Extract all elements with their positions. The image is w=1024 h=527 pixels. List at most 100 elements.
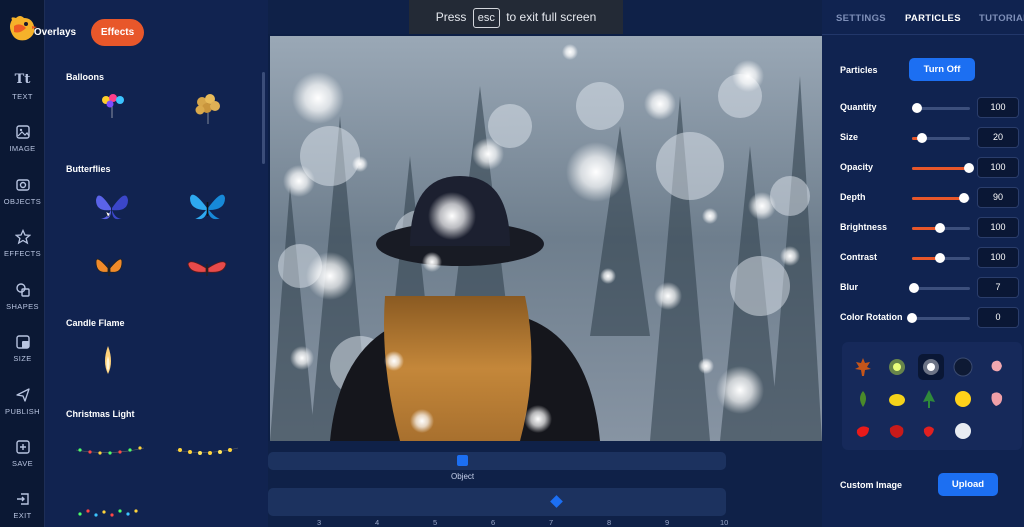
turn-off-button[interactable]: Turn Off bbox=[909, 58, 975, 81]
red-petal-icon[interactable] bbox=[852, 420, 874, 442]
slider-value-field[interactable]: 100 bbox=[977, 97, 1019, 118]
category-christmas-light: Christmas Light bbox=[66, 409, 135, 419]
object-track-handle[interactable] bbox=[457, 455, 468, 466]
effect-tile-balloons-colorful[interactable] bbox=[66, 88, 156, 136]
tab-particles[interactable]: PARTICLES bbox=[905, 13, 961, 24]
slider-track[interactable] bbox=[912, 163, 974, 173]
slider-value-field[interactable]: 100 bbox=[977, 217, 1019, 238]
effect-tile-butterfly-monarch[interactable] bbox=[66, 244, 156, 292]
yellow-glow-icon[interactable] bbox=[952, 388, 974, 410]
rail-publish-label: PUBLISH bbox=[5, 407, 40, 416]
rail-image-label: IMAGE bbox=[9, 144, 36, 153]
banner-pre-text: Press bbox=[435, 10, 467, 24]
rail-size-label: SIZE bbox=[13, 354, 32, 363]
red-heart-icon[interactable] bbox=[918, 420, 940, 442]
maple-leaf-icon[interactable] bbox=[852, 356, 874, 378]
slider-knob[interactable] bbox=[911, 103, 922, 113]
rail-effects[interactable]: EFFECTS bbox=[0, 225, 45, 273]
slider-track[interactable] bbox=[912, 193, 970, 203]
effect-tile-butterfly-blue[interactable] bbox=[162, 184, 252, 232]
rail-shapes-label: SHAPES bbox=[6, 302, 39, 311]
slider-value-field[interactable]: 0 bbox=[977, 307, 1019, 328]
rail-publish[interactable]: PUBLISH bbox=[0, 383, 45, 431]
left-rail: Tt TEXT IMAGE OBJECTS EFFECTS SHAPES SIZ… bbox=[0, 0, 45, 527]
fullscreen-banner: Press esc to exit full screen bbox=[409, 0, 623, 34]
category-butterflies: Butterflies bbox=[66, 164, 111, 174]
rail-effects-label: EFFECTS bbox=[4, 249, 41, 258]
esc-key-badge: esc bbox=[472, 8, 500, 28]
string-lights-warm-icon bbox=[175, 447, 239, 455]
panel-scrollbar[interactable] bbox=[262, 72, 265, 164]
shapes-icon bbox=[15, 283, 30, 297]
slider-knob[interactable] bbox=[907, 313, 917, 323]
rail-shapes[interactable]: SHAPES bbox=[0, 278, 45, 326]
rail-save-label: SAVE bbox=[11, 459, 34, 468]
tab-tutorial[interactable]: TUTORIAL bbox=[979, 13, 1024, 24]
dark-circle-icon[interactable] bbox=[952, 356, 974, 378]
slider-knob[interactable] bbox=[908, 283, 919, 293]
custom-image-label: Custom Image bbox=[840, 480, 903, 490]
tab-settings[interactable]: SETTINGS bbox=[836, 13, 886, 24]
effect-tile-butterfly-purple[interactable] bbox=[66, 184, 156, 232]
effect-tile-lights-warm[interactable] bbox=[162, 428, 252, 476]
slider-value-field[interactable]: 90 bbox=[977, 187, 1019, 208]
tick-label: 3 bbox=[317, 518, 322, 527]
rail-text[interactable]: Tt TEXT bbox=[0, 68, 45, 116]
keyframe-track[interactable] bbox=[268, 488, 726, 516]
editor-app: Tt TEXT IMAGE OBJECTS EFFECTS SHAPES SIZ… bbox=[0, 0, 1024, 527]
snowflake-glow-icon[interactable] bbox=[918, 354, 944, 380]
category-balloons: Balloons bbox=[66, 72, 105, 82]
snow-forest-woman-image bbox=[270, 36, 822, 441]
send-icon bbox=[15, 388, 30, 402]
banner-post-text: to exit full screen bbox=[506, 10, 597, 24]
effect-tile-butterfly-red[interactable] bbox=[162, 244, 252, 292]
rail-size[interactable]: SIZE bbox=[0, 330, 45, 378]
string-lights-multicolor-icon bbox=[75, 446, 145, 455]
tab-overlays[interactable]: Overlays bbox=[22, 19, 88, 46]
effect-tile-balloons-gold[interactable] bbox=[162, 88, 252, 136]
size-icon bbox=[15, 335, 30, 349]
rail-save[interactable]: SAVE bbox=[0, 435, 45, 483]
slider-track[interactable] bbox=[912, 223, 970, 233]
slider-value-field[interactable]: 20 bbox=[977, 127, 1019, 148]
pink-petal-icon[interactable] bbox=[986, 356, 1008, 378]
canvas-photo[interactable] bbox=[270, 36, 822, 441]
effect-tile-lights-multicolor[interactable] bbox=[66, 428, 156, 476]
tab-effects[interactable]: Effects bbox=[91, 19, 144, 46]
effect-tile-lights-colorful[interactable] bbox=[66, 494, 156, 524]
white-orb-icon[interactable] bbox=[952, 420, 974, 442]
butterfly-purple-icon bbox=[96, 195, 128, 220]
effect-tile-candle-flame[interactable] bbox=[66, 336, 156, 384]
upload-button[interactable]: Upload bbox=[938, 473, 998, 496]
object-track[interactable] bbox=[268, 452, 726, 470]
slider-track[interactable] bbox=[912, 253, 970, 263]
tick-label: 10 bbox=[720, 518, 729, 527]
lemon-icon[interactable] bbox=[886, 388, 908, 410]
slider-value-field[interactable]: 100 bbox=[977, 157, 1019, 178]
green-glow-icon[interactable] bbox=[886, 356, 908, 378]
rail-exit[interactable]: EXIT bbox=[0, 487, 45, 527]
butterfly-blue-icon bbox=[190, 194, 225, 220]
rose-petal-icon[interactable] bbox=[886, 420, 908, 442]
slider-knob[interactable] bbox=[934, 253, 945, 263]
rail-objects[interactable]: OBJECTS bbox=[0, 173, 45, 221]
rail-image[interactable]: IMAGE bbox=[0, 120, 45, 168]
slider-track[interactable] bbox=[908, 283, 970, 293]
slider-label: Contrast bbox=[840, 252, 878, 262]
pink-flower-icon[interactable] bbox=[986, 388, 1008, 410]
slider-value-field[interactable]: 100 bbox=[977, 247, 1019, 268]
tick-label: 7 bbox=[549, 518, 554, 527]
star-icon bbox=[14, 229, 31, 245]
slider-track[interactable] bbox=[911, 103, 970, 113]
slider-track[interactable] bbox=[912, 133, 970, 143]
slider-track[interactable] bbox=[907, 313, 970, 323]
slider-value-field[interactable]: 7 bbox=[977, 277, 1019, 298]
slider-knob[interactable] bbox=[963, 163, 974, 173]
object-track-label: Object bbox=[451, 472, 475, 481]
category-candle-flame: Candle Flame bbox=[66, 318, 125, 328]
slider-fill bbox=[912, 197, 965, 200]
slider-knob[interactable] bbox=[934, 223, 945, 233]
green-leaf-icon[interactable] bbox=[852, 388, 874, 410]
tree-leaf-icon[interactable] bbox=[918, 388, 940, 410]
tab-divider bbox=[822, 34, 1024, 35]
